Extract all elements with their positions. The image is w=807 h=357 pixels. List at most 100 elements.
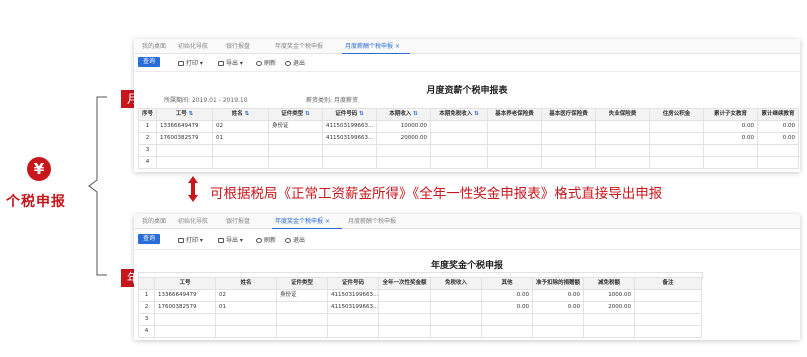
col-id-number[interactable]: 证件号码 (327, 277, 379, 290)
cell: 0.00 (532, 301, 584, 314)
table-row[interactable]: 2 17600382579 01 411503199663... 20000.00 0.0… (138, 132, 799, 145)
sort-icon[interactable]: ⇅ (245, 111, 250, 117)
query-button[interactable]: 查询 (138, 57, 160, 67)
query-button[interactable]: 查询 (138, 234, 160, 244)
refresh-icon (256, 61, 262, 66)
cell (541, 120, 596, 133)
cell (649, 132, 704, 145)
table-row[interactable]: 1 13366649479 02 身份证 411503199663... 10000.00… (138, 120, 799, 133)
tab-monthly-salary[interactable]: 月度薪酬个税申报 (348, 216, 396, 225)
cell: 01 (212, 132, 269, 145)
table-row[interactable]: 3 (138, 313, 702, 326)
col-income[interactable]: 本期收入 ⇅ (376, 108, 431, 121)
cell: 2 (138, 132, 157, 145)
col-donation[interactable]: 准予扣除的捐赠额 (532, 277, 584, 290)
sort-icon[interactable]: ⇅ (305, 111, 310, 117)
sort-icon[interactable]: ⇅ (359, 111, 364, 117)
cell: 411503199663... (322, 132, 377, 145)
cell: 02 (212, 120, 269, 133)
cell (430, 301, 482, 314)
cell (276, 301, 328, 314)
refresh-button[interactable]: 刷新 (256, 58, 276, 67)
col-tax-relief[interactable]: 减免税额 (583, 277, 635, 290)
export-icon (218, 61, 224, 66)
cell: 13366649479 (156, 120, 213, 133)
export-description: 可根据税局《正常工资薪金所得》《全年一性奖金申报表》格式直接导出申报 (210, 186, 663, 202)
refresh-button[interactable]: 刷新 (256, 235, 276, 244)
exit-button[interactable]: 退出 (285, 58, 305, 67)
cell: 17600382579 (154, 301, 216, 314)
sort-icon[interactable]: ⇅ (189, 111, 194, 117)
sort-icon[interactable]: ⇅ (474, 111, 479, 117)
cell (378, 289, 431, 302)
tab-init-nav[interactable]: 初始化导航 (178, 41, 208, 50)
tab-annual-bonus[interactable]: 年度奖金个税申报 (275, 41, 323, 50)
col-annual-bonus[interactable]: 全年一次性奖金额 (378, 277, 431, 290)
tab-annual-bonus[interactable]: 年度奖金个税申报 × (275, 216, 330, 225)
col-staff-no[interactable]: 工号 (154, 277, 216, 290)
col-tax-free-income[interactable]: 免税收入 (430, 277, 482, 290)
cell (649, 120, 704, 133)
col-id-number[interactable]: 证件号码 ⇅ (322, 108, 377, 121)
close-icon[interactable]: × (325, 218, 330, 225)
col-index[interactable]: 序号 (138, 108, 157, 121)
tab-bank[interactable]: 银行报盘 (226, 41, 250, 50)
tab-monthly-salary[interactable]: 月度薪酬个税申报 × (345, 41, 400, 50)
col-tax-free-income[interactable]: 本期免税收入 ⇅ (430, 108, 488, 121)
exit-button[interactable]: 退出 (285, 235, 305, 244)
tab-bank[interactable]: 银行报盘 (226, 216, 250, 225)
col-id-type[interactable]: 证件类型 ⇅ (268, 108, 323, 121)
cell: 02 (215, 289, 277, 302)
cell (634, 289, 702, 302)
export-button[interactable]: 导出 ▾ (218, 58, 243, 67)
col-unemployment[interactable]: 失业保险费 (595, 108, 650, 121)
col-child-education[interactable]: 累计子女教育 (703, 108, 758, 121)
period: 所属期间: 2019.01 - 2019.10 (164, 97, 248, 104)
table-row[interactable]: 3 (138, 144, 799, 157)
col-pension[interactable]: 基本养老保险费 (487, 108, 542, 121)
cell: 身份证 (268, 120, 323, 133)
table-row[interactable]: 4 (138, 156, 799, 169)
cell: 2 (138, 301, 155, 314)
cell (487, 132, 542, 145)
cell: 10000.00 (376, 120, 431, 133)
tab-desktop[interactable]: 我的桌面 (142, 216, 166, 225)
table-row[interactable]: 1 13366649479 02 身份证 411503199663... 0.00 0.00… (138, 289, 702, 302)
col-name[interactable]: 姓名 ⇅ (212, 108, 269, 121)
export-icon (218, 238, 224, 243)
col-medical[interactable]: 基本医疗保险费 (541, 108, 596, 121)
table-row[interactable]: 4 (138, 325, 702, 338)
double-arrow-icon (187, 176, 199, 202)
cell: 0.00 (757, 120, 799, 133)
cell (430, 289, 482, 302)
sort-icon[interactable]: ⇅ (413, 111, 418, 117)
tax-declaration-title: 个税申报 (6, 194, 66, 210)
print-button[interactable]: 打印 ▾ (178, 58, 203, 67)
cell (268, 132, 323, 145)
tab-desktop[interactable]: 我的桌面 (142, 41, 166, 50)
col-staff-no[interactable]: 工号 ⇅ (156, 108, 213, 121)
col-id-type[interactable]: 证件类型 (276, 277, 328, 290)
cell (430, 132, 488, 145)
col-other[interactable]: 其他 (481, 277, 533, 290)
exit-icon (285, 238, 291, 243)
col-index[interactable] (138, 277, 155, 290)
cell: 身份证 (276, 289, 328, 302)
tab-init-nav[interactable]: 初始化导航 (178, 216, 208, 225)
cell: 4 (138, 325, 155, 338)
table-row[interactable]: 2 17600382579 01 411503199663... 0.00 0.00 200… (138, 301, 702, 314)
print-button[interactable]: 打印 ▾ (178, 235, 203, 244)
cell (430, 120, 488, 133)
col-continuing-education[interactable]: 累计继续教育 (757, 108, 799, 121)
refresh-icon (256, 238, 262, 243)
cell: 3 (138, 144, 157, 157)
cell: 411503199663... (327, 301, 379, 314)
col-name[interactable]: 姓名 (215, 277, 277, 290)
export-button[interactable]: 导出 ▾ (218, 235, 243, 244)
col-remark[interactable]: 备注 (634, 277, 702, 290)
col-housing-fund[interactable]: 住房公积金 (649, 108, 704, 121)
close-icon[interactable]: × (395, 43, 400, 50)
monthly-report-window: 我的桌面 初始化导航 银行报盘 年度奖金个税申报 月度薪酬个税申报 × 查询 打… (134, 39, 800, 172)
cell: 1000.00 (583, 289, 635, 302)
cell: 1 (138, 120, 157, 133)
